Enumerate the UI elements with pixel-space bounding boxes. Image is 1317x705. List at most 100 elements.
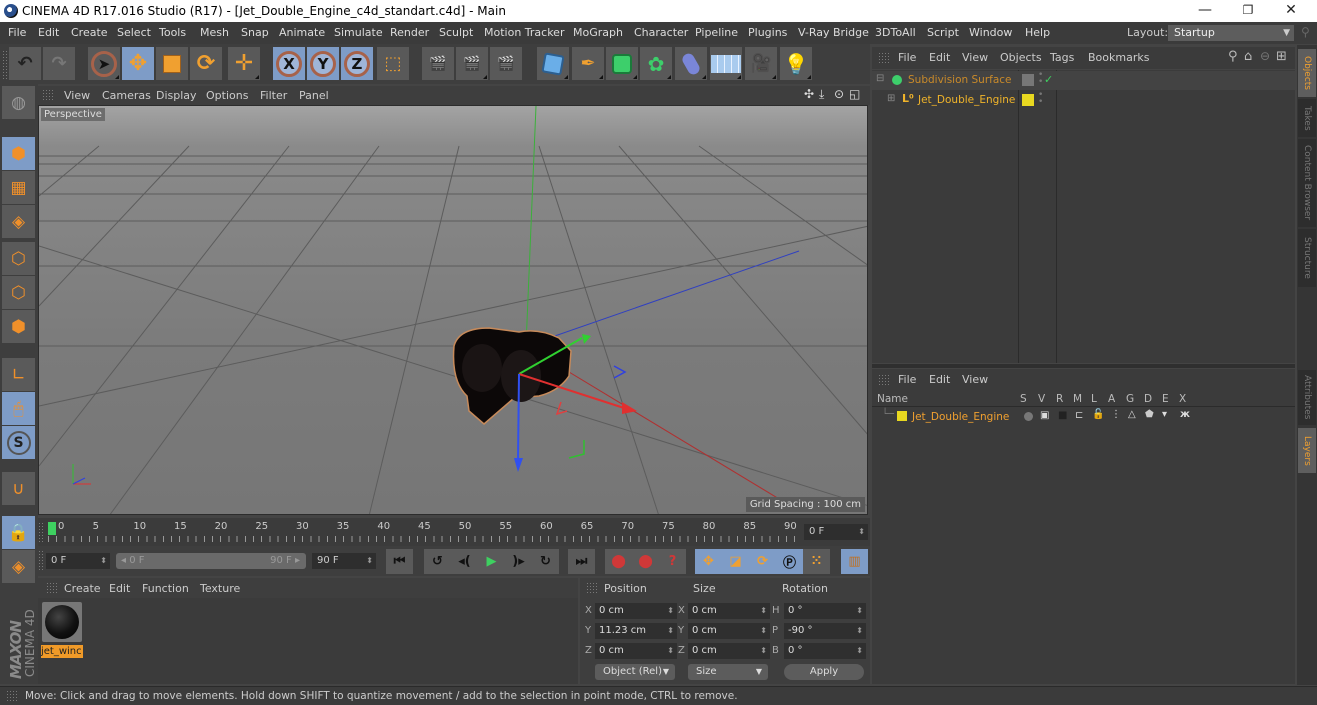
objects-menu-objects[interactable]: Objects [1000, 51, 1042, 64]
solo-icon[interactable] [1024, 412, 1033, 421]
search-icon[interactable]: ⚲ [1301, 25, 1310, 39]
layer-color-swatch[interactable] [897, 411, 907, 421]
autokeying-button[interactable]: ⬤ [632, 549, 659, 574]
cloner-button[interactable]: ✿ [640, 47, 673, 80]
object-name[interactable]: Subdivision Surface [908, 74, 1012, 86]
tab-structure[interactable]: Structure [1298, 229, 1316, 287]
menu-animate[interactable]: Animate [279, 26, 325, 39]
material-menu-edit[interactable]: Edit [109, 582, 130, 595]
tab-attributes[interactable]: Attributes [1298, 370, 1316, 425]
animation-icon[interactable]: ⋮ [1111, 409, 1121, 420]
record-keys-button[interactable]: ⬤ [605, 549, 632, 574]
panel-grip[interactable] [878, 52, 890, 64]
menu-sculpt[interactable]: Sculpt [439, 26, 473, 39]
material-menu-texture[interactable]: Texture [200, 582, 240, 595]
search-icon[interactable]: ⚲ [1228, 49, 1238, 64]
render-view-button[interactable]: 🎬 [422, 47, 455, 80]
material-name-label[interactable]: jet_winc [41, 645, 83, 658]
column-name[interactable]: Name [877, 393, 908, 405]
enabled-check-icon[interactable]: ✓ [1044, 73, 1053, 86]
scale-tool-button[interactable] [156, 47, 189, 80]
visibility-dots-icon[interactable]: • • [1038, 71, 1043, 87]
object-row[interactable]: ⊟ Subdivision Surface • • ✓ [872, 71, 1295, 90]
rotate-tool-button[interactable]: ⟳ [190, 47, 223, 80]
render-clapper-icon[interactable]: ■ [1058, 410, 1067, 421]
maximize-view-icon[interactable]: ◱ [849, 87, 860, 101]
layers-menu-view[interactable]: View [962, 373, 988, 386]
rotation-p-field[interactable]: -90 ° ⬍ [784, 623, 866, 639]
expression-icon[interactable]: ▾ [1162, 409, 1167, 420]
recent-tools-button[interactable]: ✛ [228, 47, 261, 80]
layer-row[interactable]: └─ Jet_Double_Engine ▣ ■ ⊏ 🔓 ⋮ △ ⬟ ▾ ж [872, 408, 1295, 427]
toolbar-grip[interactable] [2, 50, 8, 80]
column-deformers[interactable]: D [1144, 393, 1152, 405]
menu-select[interactable]: Select [117, 26, 151, 39]
menu-file[interactable]: File [8, 26, 26, 39]
menu-snap[interactable]: Snap [241, 26, 269, 39]
rotation-h-field[interactable]: 0 ° ⬍ [784, 603, 866, 619]
tab-objects[interactable]: Objects [1298, 49, 1316, 97]
layers-menu-file[interactable]: File [898, 373, 916, 386]
restore-button[interactable]: ❐ [1238, 3, 1258, 17]
size-mode-dropdown[interactable]: Size ▼ [688, 664, 768, 680]
y-axis-button[interactable]: Y [307, 47, 340, 80]
menu-create[interactable]: Create [71, 26, 108, 39]
panel-grip[interactable] [586, 582, 598, 594]
subdivision-surface-button[interactable] [606, 47, 639, 80]
move-tool-button[interactable]: ✥ [122, 47, 155, 80]
key-scale-button[interactable]: ◪ [722, 549, 749, 574]
magnet-button[interactable]: ∪ [2, 472, 35, 505]
size-x-field[interactable]: 0 cm ⬍ [688, 603, 770, 619]
visibility-dots-icon[interactable]: • • [1038, 91, 1043, 107]
viewport-menu-display[interactable]: Display [156, 89, 197, 102]
material-menu-create[interactable]: Create [64, 582, 101, 595]
column-animation[interactable]: A [1108, 393, 1115, 405]
collapse-icon[interactable]: ⊖ [1260, 49, 1270, 63]
layout-dropdown[interactable]: Startup ▼ [1168, 25, 1294, 41]
deformer-button[interactable] [675, 47, 708, 80]
expand-toggle-icon[interactable]: ⊞ [887, 93, 895, 104]
menu-mesh[interactable]: Mesh [200, 26, 229, 39]
coordinate-mode-dropdown[interactable]: Object (Rel) ▼ [595, 664, 675, 680]
next-frame-button[interactable]: )▸ [505, 549, 532, 574]
pen-tool-button[interactable]: ✒ [572, 47, 605, 80]
size-y-field[interactable]: 0 cm ⬍ [688, 623, 770, 639]
key-pla-button[interactable]: ⁙ [803, 549, 830, 574]
current-frame-field[interactable]: 0 F ⬍ [804, 524, 868, 540]
camera-label[interactable]: Perspective [41, 108, 105, 121]
objects-menu-edit[interactable]: Edit [929, 51, 950, 64]
minimize-button[interactable]: — [1195, 2, 1215, 18]
column-expressions[interactable]: E [1162, 393, 1169, 405]
menu-mograph[interactable]: MoGraph [573, 26, 623, 39]
playhead[interactable] [48, 522, 56, 535]
menu-motion-tracker[interactable]: Motion Tracker [484, 26, 564, 39]
x-axis-button[interactable]: X [273, 47, 306, 80]
key-rotation-button[interactable]: ⟳ [749, 549, 776, 574]
model-mode-button[interactable]: ⬢ [2, 137, 35, 170]
object-name[interactable]: Jet_Double_Engine [918, 94, 1015, 106]
menu-plugins[interactable]: Plugins [748, 26, 787, 39]
planar-workplane-button[interactable]: ◈ [2, 550, 35, 583]
viewport-menu-view[interactable]: View [64, 89, 90, 102]
render-picture-viewer-button[interactable]: 🎬 [456, 47, 489, 80]
orbit-icon[interactable]: ⊙ [834, 87, 844, 101]
jet-engine-model[interactable] [452, 327, 572, 425]
tab-takes[interactable]: Takes [1298, 99, 1316, 137]
floor-button[interactable] [710, 47, 743, 80]
make-editable-button[interactable]: ◍ [2, 86, 35, 119]
xref-icon[interactable]: ж [1180, 409, 1190, 420]
object-row[interactable]: ⊞ L⁰ Jet_Double_Engine • • [872, 91, 1295, 110]
viewport-menu-panel[interactable]: Panel [299, 89, 329, 102]
position-x-field[interactable]: 0 cm ⬍ [595, 603, 677, 619]
next-key-button[interactable]: ↻ [532, 549, 559, 574]
timeline-ruler[interactable]: 0 5 10 15 20 25 30 35 40 45 50 55 60 65 70 75 80 85 90 0 F… [38, 518, 870, 546]
coordinate-system-button[interactable]: ⬚ [377, 47, 410, 80]
menu-3dtoall[interactable]: 3DToAll [875, 26, 916, 39]
start-frame-field[interactable]: 0 F ⬍ [46, 553, 110, 569]
panel-grip[interactable] [46, 582, 58, 594]
menu-pipeline[interactable]: Pipeline [695, 26, 738, 39]
dolly-icon[interactable]: ⤓ [819, 87, 824, 102]
texture-mode-button[interactable]: ▦ [2, 171, 35, 204]
keyframe-selection-button[interactable]: ? [659, 549, 686, 574]
menu-vray-bridge[interactable]: V-Ray Bridge [798, 26, 869, 39]
